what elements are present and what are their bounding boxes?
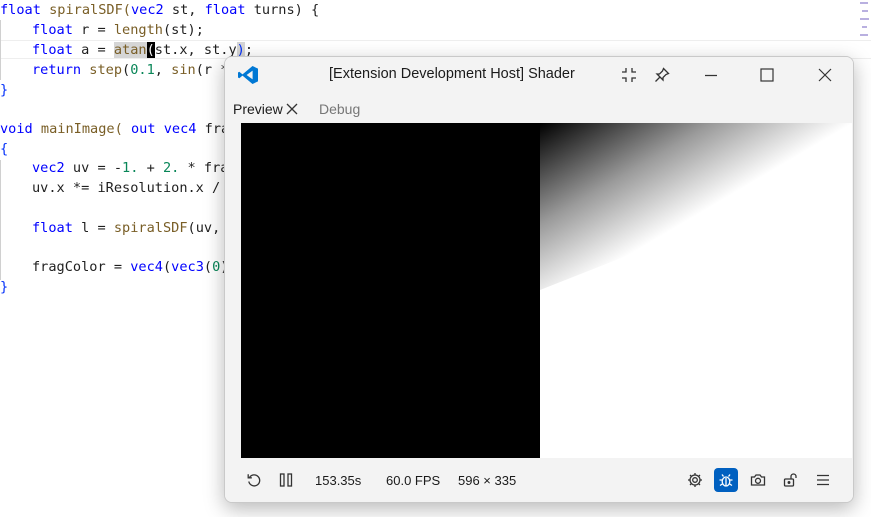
code-line: { — [0, 141, 9, 157]
elapsed-time: 153.35s — [315, 473, 362, 488]
pause-icon[interactable] — [274, 468, 298, 492]
code-line: float l = spiralSDF(uv, — [32, 220, 221, 236]
overview-ruler — [858, 2, 870, 42]
window-title: [Extension Development Host] Shader S... — [329, 66, 579, 82]
text-cursor: ( — [146, 42, 155, 58]
shader-output-dark-region — [241, 123, 540, 458]
tab-debug[interactable]: Debug — [319, 101, 360, 117]
collapse-icon[interactable] — [617, 63, 641, 87]
minimize-icon[interactable] — [699, 63, 723, 87]
code-line: void mainImage( out vec4 fra — [0, 121, 230, 137]
maximize-icon[interactable] — [755, 63, 779, 87]
code-line: float spiralSDF(vec2 st, float turns) { — [0, 2, 320, 18]
tab-bar: Preview Debug — [225, 93, 853, 123]
shader-output-gradient-region — [540, 123, 852, 290]
debug-bug-icon[interactable] — [714, 468, 738, 492]
tab-preview-label: Preview — [233, 101, 283, 117]
code-line: } — [0, 279, 9, 295]
indent-guide — [0, 160, 1, 280]
pin-icon[interactable] — [650, 63, 674, 87]
code-line: float r = length(st); — [32, 22, 204, 38]
fps-counter: 60.0 FPS — [386, 473, 441, 488]
resolution-readout: 596 × 335 — [458, 473, 517, 488]
code-line: uv.x *= iResolution.x / — [32, 180, 221, 196]
status-bar: 153.35s 60.0 FPS 596 × 335 — [225, 458, 853, 502]
code-line: return step(0.1, sin(r * — [32, 62, 229, 78]
title-bar[interactable]: [Extension Development Host] Shader S... — [225, 57, 853, 93]
indent-guide — [0, 20, 1, 80]
vscode-logo-icon — [237, 65, 259, 85]
menu-icon[interactable] — [811, 468, 835, 492]
restart-icon[interactable] — [242, 468, 266, 492]
extension-host-window[interactable]: [Extension Development Host] Shader S...… — [224, 56, 854, 503]
code-line: vec2 uv = -1. + 2. * fra — [32, 160, 229, 176]
code-line: } — [0, 82, 9, 98]
camera-icon[interactable] — [746, 468, 770, 492]
code-line: fragColor = vec4(vec3(0) — [32, 259, 228, 275]
close-icon[interactable] — [286, 102, 298, 115]
gear-icon[interactable] — [683, 468, 707, 492]
tab-preview[interactable]: Preview — [225, 93, 307, 123]
close-icon[interactable] — [813, 63, 837, 87]
shader-preview-canvas[interactable] — [241, 123, 852, 458]
code-line: float a = atan(st.x, st.y); — [32, 42, 253, 58]
unlock-icon[interactable] — [778, 468, 802, 492]
